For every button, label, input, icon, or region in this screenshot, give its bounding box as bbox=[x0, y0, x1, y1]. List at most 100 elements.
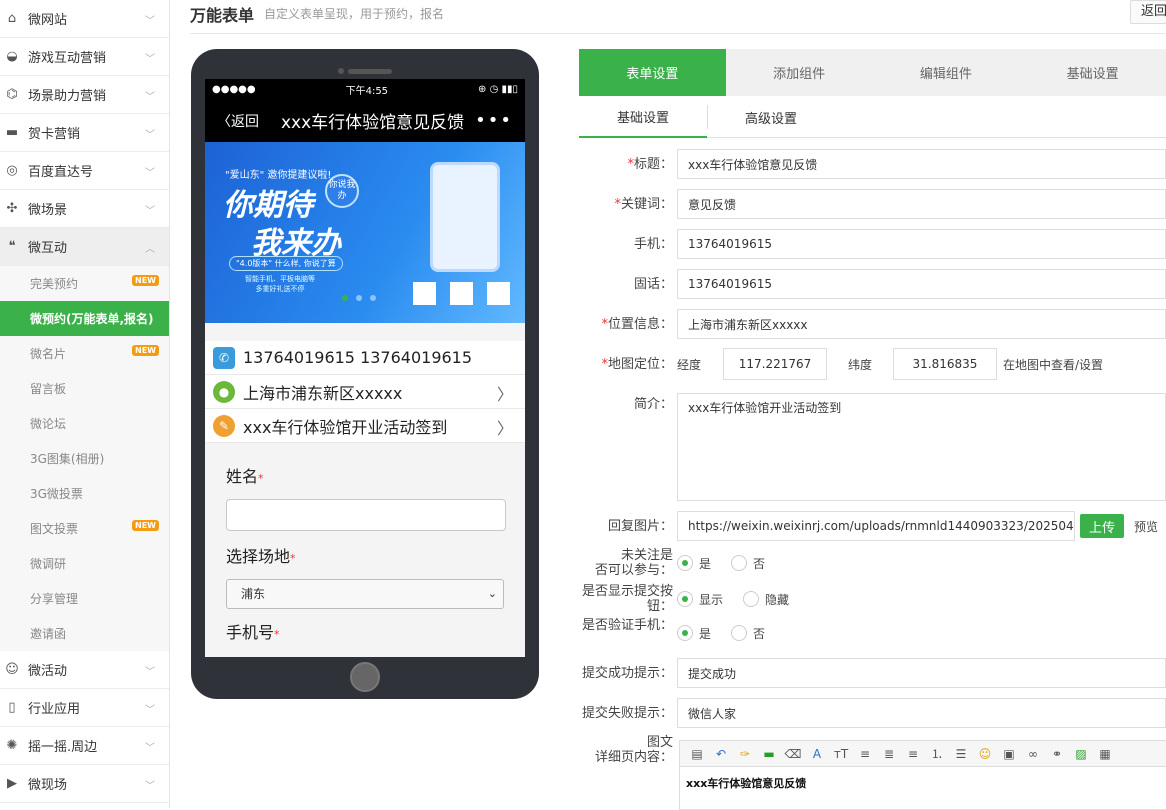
tab-bar: 表单设置 添加组件 编辑组件 基础设置 bbox=[579, 49, 1166, 96]
rich-text-editor[interactable]: ▤ ↶ ✑ ▬ ⌫ A тT ≡ ≣ ≡ ⒈ ☰ ☺ ▣ ∞ ⚭ ▨ ▦ xxx… bbox=[679, 740, 1166, 810]
editor-content[interactable]: xxx车行体验馆意见反馈 bbox=[680, 767, 1166, 799]
image-icon[interactable]: ▣ bbox=[1000, 747, 1018, 761]
sub-item-perfect-booking[interactable]: 完美预约 NEW bbox=[0, 266, 169, 301]
insert-icon[interactable]: ▬ bbox=[760, 747, 778, 761]
map-link[interactable]: 在地图中查看/设置 bbox=[1003, 356, 1103, 373]
table-icon[interactable]: ▦ bbox=[1096, 747, 1114, 761]
verify-yes-radio[interactable]: 是 bbox=[677, 625, 711, 642]
sidebar-item-micro-scene[interactable]: ✣ 微场景 ﹀ bbox=[0, 190, 169, 228]
picture-icon[interactable]: ▨ bbox=[1072, 747, 1090, 761]
chevron-down-icon: ⌄ bbox=[487, 587, 497, 600]
align-center-icon[interactable]: ≣ bbox=[880, 747, 898, 761]
info-row-phone[interactable]: ✆ 13764019615 13764019615 bbox=[205, 341, 525, 375]
sub-item-business-card[interactable]: 微名片 NEW bbox=[0, 336, 169, 371]
activity-icon: ☺ bbox=[5, 662, 19, 677]
sub-item-micro-booking[interactable]: 微预约(万能表单,报名) bbox=[0, 301, 169, 336]
mobile-input[interactable]: 13764019615 bbox=[677, 229, 1166, 259]
settings-panel: 表单设置 添加组件 编辑组件 基础设置 基础设置 高级设置 *标题： xxx车行… bbox=[579, 49, 1166, 810]
venue-select[interactable]: 浦东 ⌄ bbox=[226, 579, 504, 609]
link-icon[interactable]: ∞ bbox=[1024, 747, 1042, 761]
success-input[interactable]: 提交成功 bbox=[677, 658, 1166, 688]
qr-code-icon bbox=[487, 282, 510, 305]
sidebar-item-industry[interactable]: ▯ 行业应用 ﹀ bbox=[0, 689, 169, 727]
phone-number-label: 手机号* bbox=[226, 623, 280, 642]
tab-form-settings[interactable]: 表单设置 bbox=[579, 49, 726, 96]
sidebar-item-activity[interactable]: ☺ 微活动 ﹀ bbox=[0, 651, 169, 689]
sub-item-vote[interactable]: 3G微投票 bbox=[0, 476, 169, 511]
title-input[interactable]: xxx车行体验馆意见反馈 bbox=[677, 149, 1166, 179]
align-left-icon[interactable]: ≡ bbox=[856, 747, 874, 761]
row-mobile: 手机： 13764019615 bbox=[579, 229, 1166, 259]
preview-link[interactable]: 预览 bbox=[1134, 518, 1158, 535]
banner-slogan: "爱山东" 邀你提建议啦! bbox=[225, 170, 332, 181]
name-label: 姓名* bbox=[226, 467, 264, 486]
sidebar-item-game-marketing[interactable]: ◒ 游戏互动营销 ﹀ bbox=[0, 38, 169, 76]
font-size-icon[interactable]: тT bbox=[832, 747, 850, 761]
latitude-input[interactable]: 31.816835 bbox=[893, 348, 997, 380]
row-title: *标题： xxx车行体验馆意见反馈 bbox=[579, 149, 1166, 179]
undo-icon[interactable]: ↶ bbox=[712, 747, 730, 761]
sidebar-item-micro-interact[interactable]: ❝ 微互动 ︿ bbox=[0, 228, 169, 266]
home-button[interactable] bbox=[350, 662, 380, 692]
info-row-intro[interactable]: ✎ xxx车行体验馆开业活动签到〉 bbox=[205, 409, 525, 443]
camera-dot bbox=[338, 68, 344, 74]
row-location: *位置信息： 上海市浦东新区xxxxx bbox=[579, 309, 1166, 339]
longitude-input[interactable]: 117.221767 bbox=[723, 348, 827, 380]
unlink-icon[interactable]: ⚭ bbox=[1048, 747, 1066, 761]
follow-yes-radio[interactable]: 是 bbox=[677, 555, 711, 572]
follow-no-radio[interactable]: 否 bbox=[731, 555, 765, 572]
sub-tab-bar: 基础设置 高级设置 bbox=[579, 96, 1166, 138]
sub-item-survey[interactable]: 微调研 bbox=[0, 546, 169, 581]
sidebar-item-shake[interactable]: ✺ 摇一摇.周边 ﹀ bbox=[0, 727, 169, 765]
banner-phone-graphic bbox=[430, 162, 500, 272]
sub-item-image-vote[interactable]: 图文投票 NEW bbox=[0, 511, 169, 546]
tab-basic-settings[interactable]: 基础设置 bbox=[1019, 49, 1166, 96]
more-icon[interactable]: ••• bbox=[475, 110, 513, 131]
signal-icon: ●●●●● bbox=[212, 83, 256, 95]
sub-item-album[interactable]: 3G图集(相册) bbox=[0, 441, 169, 476]
paste-icon[interactable]: ▤ bbox=[688, 747, 706, 761]
font-color-icon[interactable]: A bbox=[808, 747, 826, 761]
carousel-dots[interactable] bbox=[342, 295, 376, 301]
phone-back-button[interactable]: 〈返回 bbox=[217, 111, 259, 131]
chevron-down-icon: ﹀ bbox=[145, 130, 155, 141]
new-badge: NEW bbox=[132, 275, 159, 286]
sub-item-forum[interactable]: 微论坛 bbox=[0, 406, 169, 441]
sub-item-message-board[interactable]: 留言板 bbox=[0, 371, 169, 406]
sidebar-item-greeting-card[interactable]: ▬ 贺卡营销 ﹀ bbox=[0, 114, 169, 152]
emoji-icon[interactable]: ☺ bbox=[976, 747, 994, 761]
new-badge: NEW bbox=[132, 520, 159, 531]
fail-input[interactable]: 微信人家 bbox=[677, 698, 1166, 728]
new-badge: NEW bbox=[132, 345, 159, 356]
tab-edit-component[interactable]: 编辑组件 bbox=[873, 49, 1020, 96]
keyword-input[interactable]: 意见反馈 bbox=[677, 189, 1166, 219]
banner-pill: "4.0版本" 什么样, 你说了算 bbox=[229, 256, 343, 271]
sub-item-invitation[interactable]: 邀请函 bbox=[0, 616, 169, 651]
landline-input[interactable]: 13764019615 bbox=[677, 269, 1166, 299]
sidebar-item-live[interactable]: ▶ 微现场 ﹀ bbox=[0, 765, 169, 803]
subtab-advanced[interactable]: 高级设置 bbox=[707, 96, 835, 138]
submit-hide-radio[interactable]: 隐藏 bbox=[743, 591, 789, 608]
submit-show-radio[interactable]: 显示 bbox=[677, 591, 723, 608]
clear-format-icon[interactable]: ✑ bbox=[736, 747, 754, 761]
sidebar-item-baidu[interactable]: ◎ 百度直达号 ﹀ bbox=[0, 152, 169, 190]
sidebar-item-micro-site[interactable]: ⌂ 微网站 ﹀ bbox=[0, 0, 169, 38]
unordered-list-icon[interactable]: ☰ bbox=[952, 747, 970, 761]
sidebar-item-scene-boost[interactable]: ⌬ 场景助力营销 ﹀ bbox=[0, 76, 169, 114]
reply-image-input[interactable]: https://weixin.weixinrj.com/uploads/rnmn… bbox=[677, 511, 1075, 541]
upload-button[interactable]: 上传 bbox=[1080, 514, 1124, 538]
intro-textarea[interactable]: xxx车行体验馆开业活动签到 bbox=[677, 393, 1166, 501]
ordered-list-icon[interactable]: ⒈ bbox=[928, 745, 946, 762]
info-row-address[interactable]: ● 上海市浦东新区xxxxx 〉 bbox=[205, 375, 525, 409]
eraser-icon[interactable]: ⌫ bbox=[784, 747, 802, 761]
row-success: 提交成功提示： 提交成功 bbox=[579, 658, 1166, 688]
name-input[interactable] bbox=[226, 499, 506, 531]
location-input[interactable]: 上海市浦东新区xxxxx bbox=[677, 309, 1166, 339]
back-button[interactable]: 返回 bbox=[1130, 0, 1166, 24]
row-intro: 简介： xxx车行体验馆开业活动签到 bbox=[579, 393, 1166, 501]
verify-no-radio[interactable]: 否 bbox=[731, 625, 765, 642]
tab-add-component[interactable]: 添加组件 bbox=[726, 49, 873, 96]
subtab-basic[interactable]: 基础设置 bbox=[579, 96, 707, 138]
sub-item-share[interactable]: 分享管理 bbox=[0, 581, 169, 616]
align-right-icon[interactable]: ≡ bbox=[904, 747, 922, 761]
